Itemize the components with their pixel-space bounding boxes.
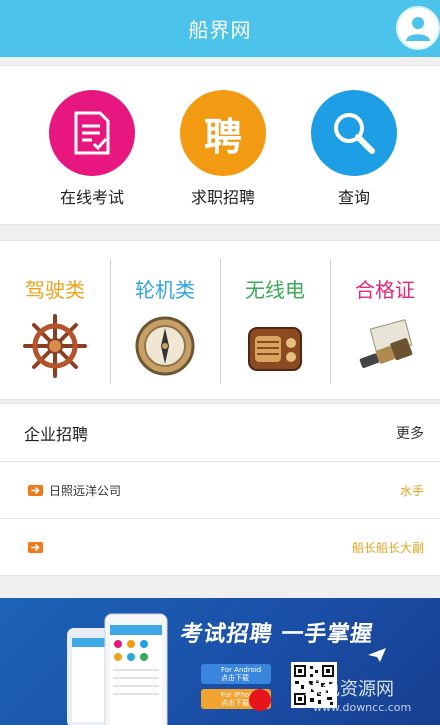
arrow-right-icon — [28, 484, 43, 496]
job-list-item[interactable]: 船长船长大副 — [0, 519, 440, 576]
jobs-header: 企业招聘 更多 — [0, 404, 440, 462]
section-title: 企业招聘 — [24, 424, 89, 444]
radio-icon — [248, 327, 302, 371]
app-root: 船界网 在线考试 聘 求职招聘 查询 驾驶类 轮机类 无线电 合格证 企业招聘 … — [0, 0, 440, 725]
online-exam-label: 在线考试 — [59, 188, 124, 207]
category-panel: 驾驶类 轮机类 无线电 合格证 — [0, 240, 440, 400]
android-download-button[interactable]: For Android 点击下载 — [201, 664, 271, 684]
category-name: 合格证 — [355, 278, 415, 302]
search-icon — [311, 90, 397, 176]
more-link[interactable]: 更多 — [396, 423, 424, 443]
telescope-icon — [359, 319, 413, 368]
category-name: 轮机类 — [135, 278, 195, 302]
compass-icon — [135, 316, 195, 376]
search-label: 查询 — [337, 188, 370, 207]
category-name: 驾驶类 — [25, 278, 85, 302]
job-position: 船长船长大副 — [351, 540, 424, 555]
user-icon — [406, 17, 430, 41]
banner-slogan: 考试招聘 一手掌握 — [178, 622, 376, 647]
job-recruit-label: 求职招聘 — [190, 188, 255, 207]
category-certificate[interactable]: 合格证 — [330, 241, 440, 399]
category-navigation[interactable]: 驾驶类 — [0, 241, 110, 399]
user-avatar-button[interactable] — [396, 6, 440, 50]
recruit-icon: 聘 — [180, 90, 266, 176]
category-radio[interactable]: 无线电 — [220, 241, 330, 399]
job-company: 日照远洋公司 — [49, 483, 122, 498]
arrow-right-icon — [28, 541, 43, 553]
paper-plane-icon — [368, 648, 386, 662]
exam-icon — [49, 90, 135, 176]
record-dot-icon — [249, 689, 271, 711]
page-title: 船界网 — [188, 18, 252, 42]
watermark-url: www.downcc.com — [313, 701, 412, 714]
app-header: 船界网 — [0, 0, 440, 57]
search-button[interactable]: 查询 — [294, 90, 414, 208]
job-list-item[interactable]: 日照远洋公司 水手 — [0, 462, 440, 519]
watermark-text: 绿色资源网 — [304, 679, 394, 700]
enterprise-jobs-section: 企业招聘 更多 日照远洋公司 水手 船长船长大副 — [0, 403, 440, 576]
category-name: 无线电 — [245, 278, 305, 302]
online-exam-button[interactable]: 在线考试 — [32, 90, 152, 208]
job-position: 水手 — [399, 483, 424, 498]
ship-wheel-icon — [23, 314, 87, 378]
quick-actions-panel: 在线考试 聘 求职招聘 查询 — [0, 65, 440, 225]
job-recruit-button[interactable]: 聘 求职招聘 — [163, 90, 283, 208]
category-engineering[interactable]: 轮机类 — [110, 241, 220, 399]
